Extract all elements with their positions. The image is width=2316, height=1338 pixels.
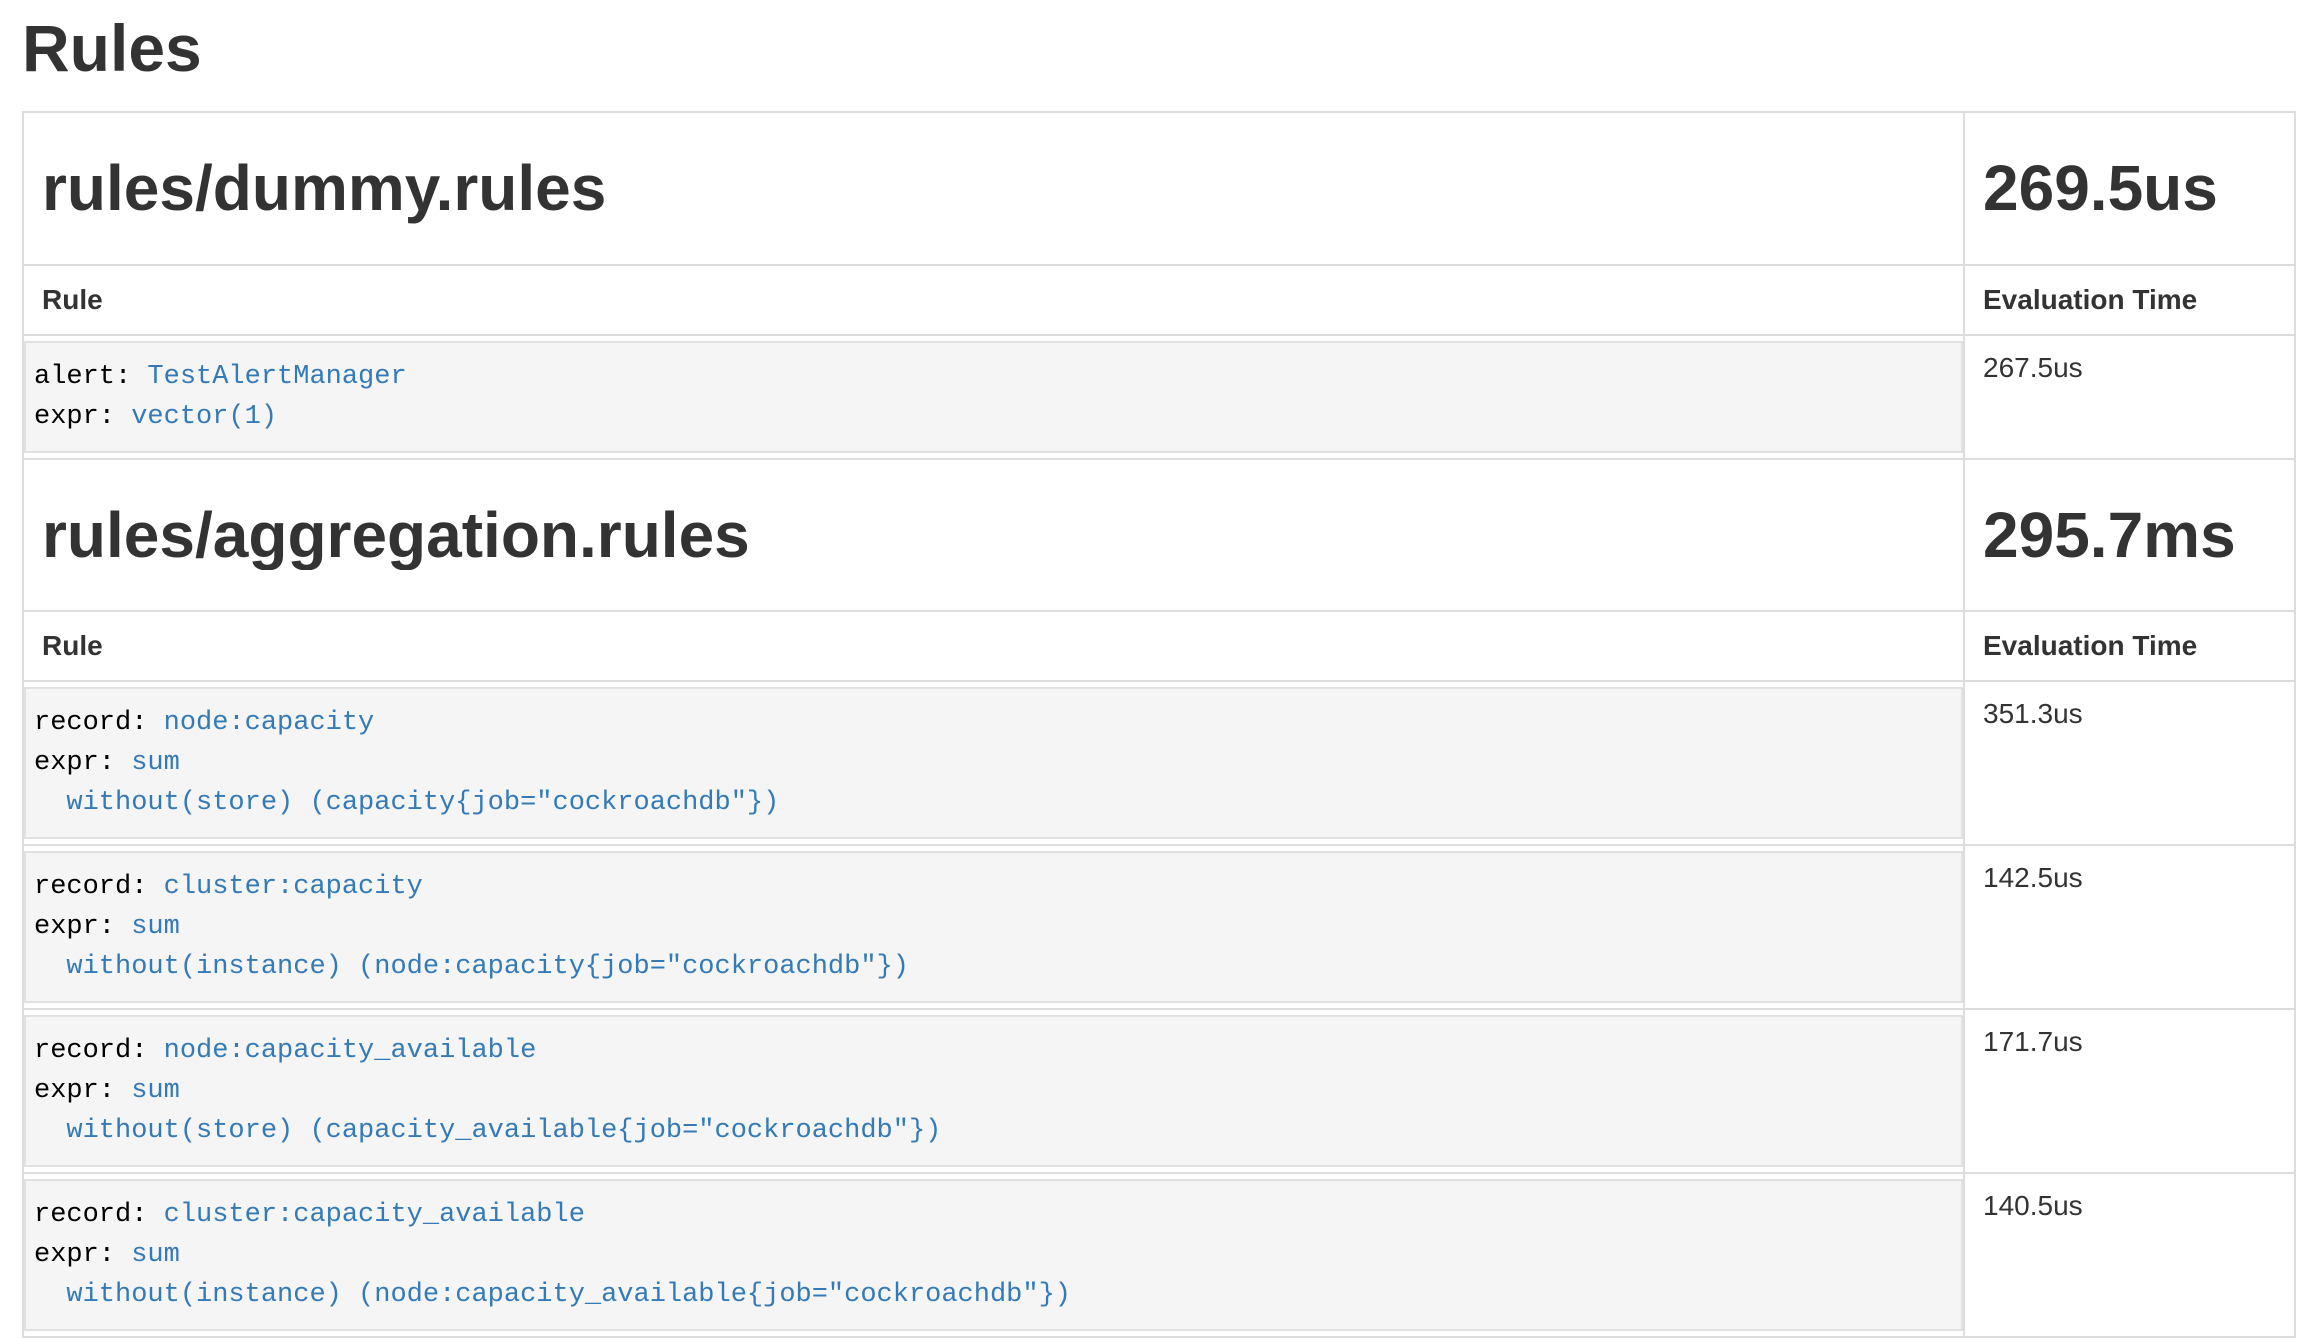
rule-code-text bbox=[34, 1280, 66, 1310]
rule-snippet: record: cluster:capacityexpr: sum withou… bbox=[24, 851, 1963, 1003]
rule-cell: record: node:capacityexpr: sum without(s… bbox=[23, 681, 1964, 845]
rule-group-total-cell: 269.5us bbox=[1964, 112, 2295, 264]
rule-code-text: expr: bbox=[34, 402, 131, 432]
rule-row: record: node:capacity_availableexpr: sum… bbox=[23, 1009, 2295, 1173]
rule-group-total-evaluation-time: 295.7ms bbox=[1983, 500, 2276, 570]
rule-code-text: expr: bbox=[34, 1076, 131, 1106]
code-line: without(instance) (node:capacity{job="co… bbox=[34, 947, 1953, 987]
rule-evaluation-time: 171.7us bbox=[1964, 1009, 2295, 1173]
rule-code-text: record: bbox=[34, 1200, 164, 1230]
rule-group-total-evaluation-time: 269.5us bbox=[1983, 153, 2276, 223]
rule-snippet: alert: TestAlertManagerexpr: vector(1) bbox=[24, 341, 1963, 453]
rule-code-link[interactable]: TestAlertManager bbox=[147, 362, 406, 392]
rule-cell: record: cluster:capacityexpr: sum withou… bbox=[23, 845, 1964, 1009]
rule-row: record: cluster:capacity_availableexpr: … bbox=[23, 1173, 2295, 1337]
rule-cell: alert: TestAlertManagerexpr: vector(1) bbox=[23, 335, 1964, 459]
rule-group-header-row: rules/dummy.rules 269.5us bbox=[23, 112, 2295, 264]
rules-table: rules/dummy.rules 269.5us Rule Evaluatio… bbox=[22, 111, 2296, 1338]
rule-group-file-name: rules/dummy.rules bbox=[42, 153, 1945, 223]
column-header-row: Rule Evaluation Time bbox=[23, 265, 2295, 335]
rule-code-text bbox=[34, 788, 66, 818]
code-line: record: cluster:capacity_available bbox=[34, 1195, 1953, 1235]
rule-code-text: record: bbox=[34, 1036, 164, 1066]
rule-code-text: expr: bbox=[34, 1240, 131, 1270]
rule-code-text: record: bbox=[34, 872, 164, 902]
rule-column-header: Rule bbox=[23, 611, 1964, 681]
rule-row: record: node:capacityexpr: sum without(s… bbox=[23, 681, 2295, 845]
rule-code-link[interactable]: without(store) (capacity_available{job="… bbox=[66, 1116, 941, 1146]
rule-evaluation-time: 267.5us bbox=[1964, 335, 2295, 459]
rule-evaluation-time: 351.3us bbox=[1964, 681, 2295, 845]
rule-snippet: record: node:capacity_availableexpr: sum… bbox=[24, 1015, 1963, 1167]
rule-code-link[interactable]: sum bbox=[131, 1076, 180, 1106]
code-line: expr: sum bbox=[34, 1235, 1953, 1275]
rule-code-link[interactable]: cluster:capacity_available bbox=[164, 1200, 585, 1230]
evaluation-time-column-header: Evaluation Time bbox=[1964, 265, 2295, 335]
rule-snippet: record: cluster:capacity_availableexpr: … bbox=[24, 1179, 1963, 1331]
rule-row: record: cluster:capacityexpr: sum withou… bbox=[23, 845, 2295, 1009]
code-line: expr: sum bbox=[34, 1071, 1953, 1111]
rule-code-text: alert: bbox=[34, 362, 147, 392]
code-line: without(store) (capacity_available{job="… bbox=[34, 1111, 1953, 1151]
rule-cell: record: node:capacity_availableexpr: sum… bbox=[23, 1009, 1964, 1173]
rules-page: Rules rules/dummy.rules 269.5us Rule Eva… bbox=[0, 14, 2316, 1338]
rule-code-text: record: bbox=[34, 708, 164, 738]
page-title: Rules bbox=[22, 14, 2294, 83]
rule-code-link[interactable]: vector(1) bbox=[131, 402, 277, 432]
rule-code-text: expr: bbox=[34, 748, 131, 778]
rule-group-file-cell: rules/aggregation.rules bbox=[23, 459, 1964, 611]
column-header-row: Rule Evaluation Time bbox=[23, 611, 2295, 681]
code-line: alert: TestAlertManager bbox=[34, 357, 1953, 397]
rule-code-text bbox=[34, 952, 66, 982]
rule-evaluation-time: 142.5us bbox=[1964, 845, 2295, 1009]
rule-row: alert: TestAlertManagerexpr: vector(1) 2… bbox=[23, 335, 2295, 459]
rule-group-file-name: rules/aggregation.rules bbox=[42, 500, 1945, 570]
rule-code-link[interactable]: without(instance) (node:capacity{job="co… bbox=[66, 952, 909, 982]
rule-snippet: record: node:capacityexpr: sum without(s… bbox=[24, 687, 1963, 839]
evaluation-time-column-header: Evaluation Time bbox=[1964, 611, 2295, 681]
rule-evaluation-time: 140.5us bbox=[1964, 1173, 2295, 1337]
code-line: without(instance) (node:capacity_availab… bbox=[34, 1275, 1953, 1315]
rule-code-link[interactable]: node:capacity bbox=[164, 708, 375, 738]
code-line: expr: vector(1) bbox=[34, 397, 1953, 437]
rule-cell: record: cluster:capacity_availableexpr: … bbox=[23, 1173, 1964, 1337]
rule-code-text: expr: bbox=[34, 912, 131, 942]
code-line: expr: sum bbox=[34, 907, 1953, 947]
code-line: record: node:capacity bbox=[34, 703, 1953, 743]
rule-code-link[interactable]: sum bbox=[131, 748, 180, 778]
code-line: expr: sum bbox=[34, 743, 1953, 783]
rule-column-header: Rule bbox=[23, 265, 1964, 335]
rule-code-link[interactable]: without(store) (capacity{job="cockroachd… bbox=[66, 788, 779, 818]
rule-code-link[interactable]: sum bbox=[131, 1240, 180, 1270]
code-line: without(store) (capacity{job="cockroachd… bbox=[34, 783, 1953, 823]
rule-group-header-row: rules/aggregation.rules 295.7ms bbox=[23, 459, 2295, 611]
rule-code-text bbox=[34, 1116, 66, 1146]
rule-code-link[interactable]: without(instance) (node:capacity_availab… bbox=[66, 1280, 1071, 1310]
rule-code-link[interactable]: cluster:capacity bbox=[164, 872, 423, 902]
code-line: record: cluster:capacity bbox=[34, 867, 1953, 907]
rule-group-total-cell: 295.7ms bbox=[1964, 459, 2295, 611]
rule-group-file-cell: rules/dummy.rules bbox=[23, 112, 1964, 264]
rule-code-link[interactable]: sum bbox=[131, 912, 180, 942]
rule-code-link[interactable]: node:capacity_available bbox=[164, 1036, 537, 1066]
code-line: record: node:capacity_available bbox=[34, 1031, 1953, 1071]
